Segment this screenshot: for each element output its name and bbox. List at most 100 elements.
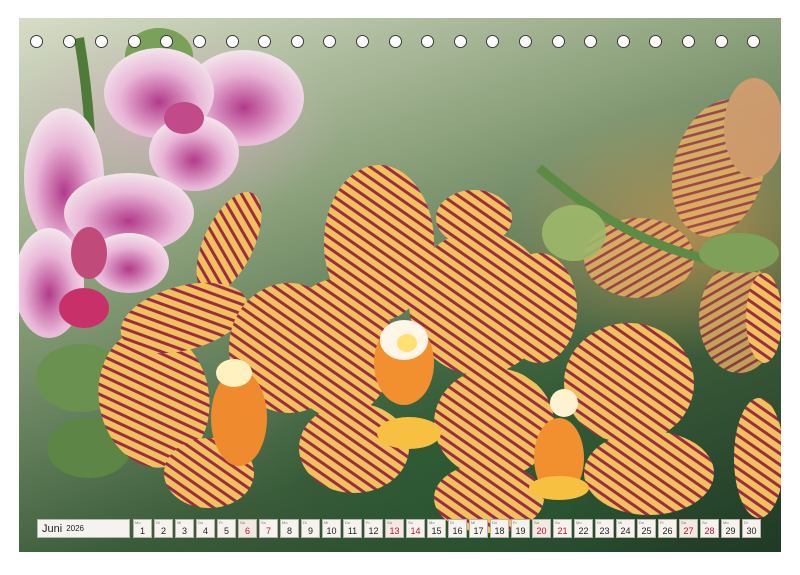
calendar-day: So 28	[700, 519, 719, 538]
calendar-day: Fr 26	[658, 519, 677, 538]
weekday-label: So	[261, 520, 266, 525]
weekday-label: Do	[492, 520, 498, 525]
weekday-label: So	[555, 520, 560, 525]
day-number: 29	[725, 526, 736, 536]
calendar-day: Mo 1	[133, 519, 152, 538]
calendar-day: Mo 29	[721, 519, 740, 538]
binding-ring-icon	[616, 35, 630, 48]
day-number: 18	[494, 526, 505, 536]
calendar-day: Do 4	[196, 519, 215, 538]
binding-ring-icon	[160, 35, 174, 48]
calendar-day: Sa 20	[532, 519, 551, 538]
day-number: 20	[536, 526, 547, 536]
calendar-day: So 7	[259, 519, 278, 538]
weekday-label: Sa	[534, 520, 539, 525]
day-number: 17	[473, 526, 484, 536]
day-number: 27	[683, 526, 694, 536]
calendar-day: Mi 24	[616, 519, 635, 538]
calendar-day: Di 23	[595, 519, 614, 538]
day-number: 12	[368, 526, 379, 536]
binding-ring-icon	[453, 35, 467, 48]
weekday-label: Mi	[471, 520, 476, 525]
day-number: 23	[599, 526, 610, 536]
binding-ring-icon	[225, 35, 239, 48]
weekday-label: Do	[345, 520, 351, 525]
calendar-day: Mo 15	[427, 519, 446, 538]
pink-orchid-top	[104, 48, 304, 191]
binding-ring-icon	[519, 35, 532, 48]
binding-ring-icon	[747, 35, 761, 48]
weekday-label: Do	[198, 520, 204, 525]
day-cells: Mo 1 Di 2 Mi 3 Do 4 Fr 5 Sa 6 So 7 Mo 8 Di 9 Mi 10 Do 11 Fr 12 S…	[133, 519, 763, 538]
day-number: 16	[452, 526, 463, 536]
calendar-strip: Juni 2026 Mo 1 Di 2 Mi 3 Do 4 Fr 5 Sa 6 So 7 Mo 8 Di 9 Mi 1…	[37, 519, 763, 538]
day-number: 13	[389, 526, 400, 536]
binding-ring-icon	[551, 35, 565, 48]
weekday-label: Sa	[387, 520, 392, 525]
weekday-label: Fr	[660, 520, 664, 525]
weekday-label: Sa	[240, 520, 245, 525]
weekday-label: Do	[639, 520, 645, 525]
month-name: Juni	[42, 522, 63, 535]
day-number: 7	[265, 526, 271, 536]
binding-ring-icon	[62, 35, 76, 48]
day-number: 26	[662, 526, 673, 536]
calendar-day: Do 25	[637, 519, 656, 538]
binding-ring-icon	[30, 35, 43, 48]
calendar-day: Di 16	[448, 519, 467, 538]
calendar-day: Di 9	[301, 519, 320, 538]
calendar-day: Mo 8	[280, 519, 299, 538]
day-number: 8	[286, 526, 292, 536]
day-number: 10	[326, 526, 337, 536]
binding-ring-icon	[356, 35, 369, 48]
day-number: 25	[641, 526, 652, 536]
calendar-day: Mi 3	[175, 519, 194, 538]
calendar-day: Sa 13	[385, 519, 404, 538]
binding-ring-icon	[682, 35, 695, 48]
calendar-day: Mo 22	[574, 519, 593, 538]
binding-ring-icon	[127, 35, 141, 48]
weekday-label: Di	[597, 520, 601, 525]
binding-ring-icon	[193, 35, 206, 48]
calendar-day: Di 30	[742, 519, 761, 538]
weekday-label: Di	[303, 520, 307, 525]
weekday-label: Mo	[135, 520, 141, 525]
binding-ring-icon	[584, 35, 598, 48]
calendar-day: Do 18	[490, 519, 509, 538]
binding-ring-icon	[649, 35, 663, 48]
calendar-day: Mi 10	[322, 519, 341, 538]
binding-ring-icon	[486, 35, 500, 48]
weekday-label: Mi	[618, 520, 623, 525]
day-number: 4	[202, 526, 208, 536]
weekday-label: Di	[156, 520, 160, 525]
day-number: 28	[704, 526, 715, 536]
day-number: 2	[160, 526, 166, 536]
weekday-label: Fr	[366, 520, 370, 525]
day-number: 19	[515, 526, 526, 536]
weekday-label: Mi	[324, 520, 329, 525]
day-number: 5	[223, 526, 229, 536]
weekday-label: Fr	[513, 520, 517, 525]
calendar-day: Di 2	[154, 519, 173, 538]
day-number: 30	[746, 526, 757, 536]
orchid-photo	[19, 18, 781, 552]
month-label-box: Juni 2026	[37, 519, 130, 538]
orchid-illustration	[19, 28, 781, 533]
binding-ring-icon	[388, 35, 402, 48]
weekday-label: So	[408, 520, 413, 525]
weekday-label: Mo	[429, 520, 435, 525]
calendar-day: Fr 19	[511, 519, 530, 538]
calendar-day: Fr 5	[217, 519, 236, 538]
day-number: 6	[244, 526, 250, 536]
binding-ring-icon	[421, 35, 435, 48]
calendar-day: Sa 6	[238, 519, 257, 538]
calendar-day: Mi 17	[469, 519, 488, 538]
day-number: 14	[410, 526, 421, 536]
calendar-day: So 21	[553, 519, 572, 538]
calendar-day: Sa 27	[679, 519, 698, 538]
day-number: 21	[557, 526, 568, 536]
day-number: 9	[307, 526, 313, 536]
weekday-label: Di	[450, 520, 454, 525]
weekday-label: Fr	[219, 520, 223, 525]
calendar-day: Do 11	[343, 519, 362, 538]
